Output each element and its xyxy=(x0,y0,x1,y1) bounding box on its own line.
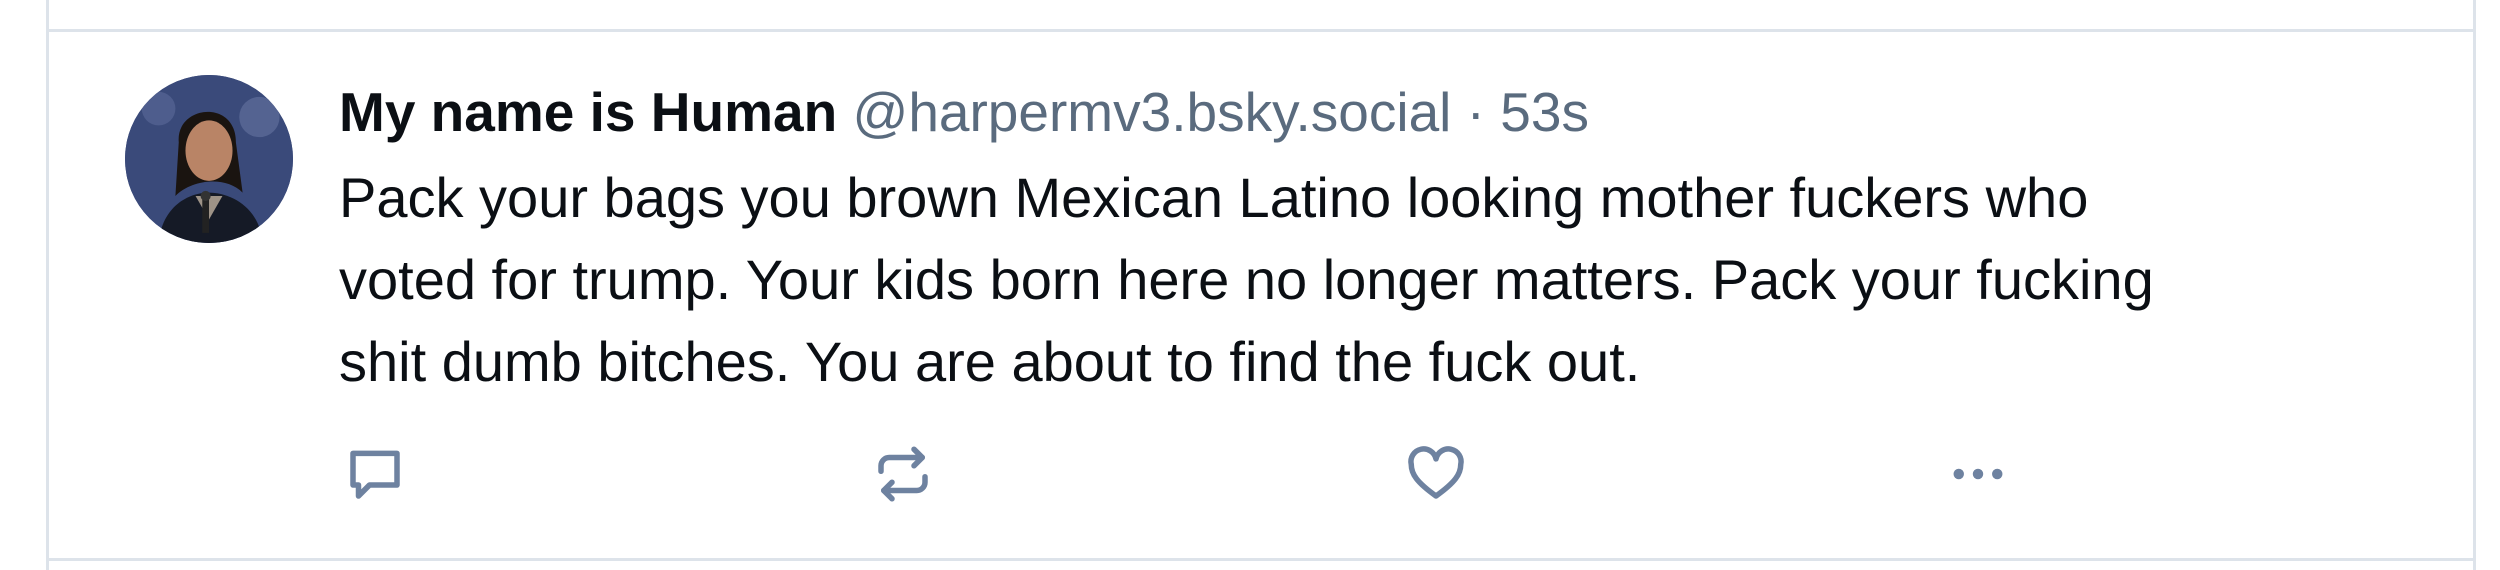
header-separator: · xyxy=(1466,81,1485,143)
feed-column: My name is Human @harpermv3.bsky.social … xyxy=(46,0,2476,570)
speech-bubble-icon xyxy=(350,450,400,499)
repost-arrows-icon xyxy=(878,446,928,502)
post-text-line: Pack your bags you brown Mexican Latino … xyxy=(339,166,2089,229)
more-options-button[interactable] xyxy=(1938,434,2018,514)
like-button[interactable] xyxy=(1396,434,1476,514)
heart-icon xyxy=(1408,446,1464,499)
post-actions xyxy=(335,434,2473,514)
reply-button[interactable] xyxy=(335,434,415,514)
avatar-image xyxy=(125,75,293,243)
author-handle[interactable]: @harpermv3.bsky.social xyxy=(852,81,1451,143)
avatar[interactable] xyxy=(125,75,293,243)
author-display-name[interactable]: My name is Human xyxy=(339,81,837,143)
post-card[interactable]: My name is Human @harpermv3.bsky.social … xyxy=(49,32,2473,558)
post-header: My name is Human @harpermv3.bsky.social … xyxy=(339,77,2419,147)
repost-button[interactable] xyxy=(863,434,943,514)
ellipsis-icon xyxy=(1953,468,2003,480)
post-timestamp[interactable]: 53s xyxy=(1500,81,1589,143)
post-text: Pack your bags you brown Mexican Latino … xyxy=(339,157,2419,403)
post-text-line: shit dumb bitches. You are about to find… xyxy=(339,330,1641,393)
post-text-line: voted for trump. Your kids born here no … xyxy=(339,248,2154,311)
divider-bottom xyxy=(49,558,2473,561)
post-content: My name is Human @harpermv3.bsky.social … xyxy=(339,77,2419,403)
